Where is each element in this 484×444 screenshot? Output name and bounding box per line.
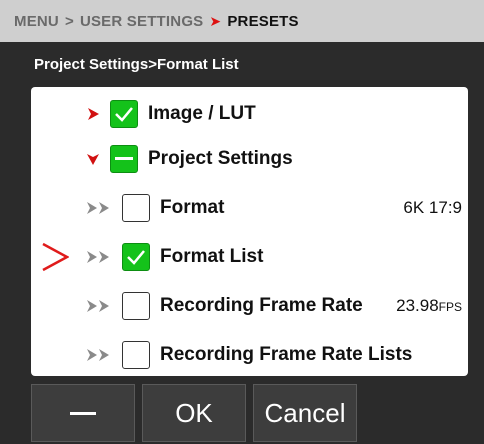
list-item-label: Recording Frame Rate [160,295,363,316]
list-item-recording-frame-rate[interactable]: Recording Frame Rate 23.98FPS [31,282,468,330]
list-item-format[interactable]: Format 6K 17:9 [31,184,468,232]
checkmark-icon [115,107,133,122]
list-item-label: Format [160,197,225,218]
list-item-project-settings[interactable]: Project Settings [31,135,468,183]
minus-button[interactable] [31,384,135,442]
breadcrumb-arrow-icon: ➤ [209,12,222,29]
checkbox-unchecked[interactable] [122,194,150,222]
list-item-image-lut[interactable]: Image / LUT [31,90,468,138]
selection-arrow-icon [42,242,69,272]
breadcrumb-presets: PRESETS [227,12,299,30]
list-item-label: Project Settings [148,148,293,169]
frame-rate-unit: FPS [438,300,462,314]
list-item-format-list[interactable]: Format List [31,233,468,281]
checkmark-icon [127,250,145,265]
chevron-right-icon[interactable] [86,107,100,121]
checkbox-unchecked[interactable] [122,292,150,320]
list-item-value: 6K 17:9 [403,198,462,217]
presets-screen: MENU > USER SETTINGS ➤ PRESETS Project S… [0,0,484,444]
checkbox-checked[interactable] [122,243,150,271]
double-chevron-icon [86,299,112,313]
chevron-down-icon[interactable] [86,152,100,166]
list-item-value: 23.98FPS [396,296,462,316]
button-bar: OK Cancel [0,382,484,444]
frame-rate-value: 23.98 [396,296,439,315]
breadcrumb: MENU > USER SETTINGS ➤ PRESETS [0,0,484,42]
minus-icon [70,411,96,415]
double-chevron-icon [86,348,112,362]
settings-list[interactable]: Image / LUT Project Settings Format 6K 1… [31,87,468,376]
minus-icon [115,157,133,160]
list-item-label: Recording Frame Rate Lists [160,344,413,365]
ok-button[interactable]: OK [142,384,246,442]
breadcrumb-user-settings[interactable]: USER SETTINGS [80,13,203,30]
page-subtitle: Project Settings>Format List [34,56,239,73]
checkbox-partial[interactable] [110,145,138,173]
list-item-label: Format List [160,246,264,267]
breadcrumb-separator: > [64,12,74,30]
list-item-label: Image / LUT [148,103,256,124]
list-item-recording-frame-rate-lists[interactable]: Recording Frame Rate Lists [31,331,468,376]
checkbox-unchecked[interactable] [122,341,150,369]
double-chevron-icon [86,250,112,264]
checkbox-checked[interactable] [110,100,138,128]
cancel-button[interactable]: Cancel [253,384,357,442]
breadcrumb-menu[interactable]: MENU [14,13,59,30]
double-chevron-icon [86,201,112,215]
